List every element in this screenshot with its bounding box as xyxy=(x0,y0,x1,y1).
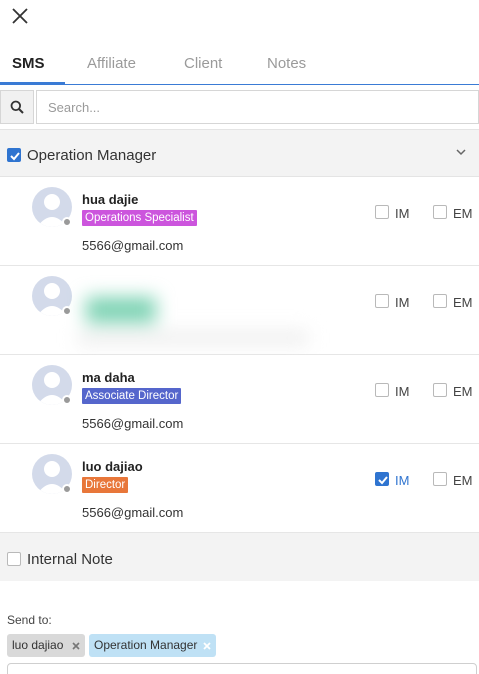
im-checkbox[interactable] xyxy=(375,205,389,219)
contact-row: luo dajiao Director 5566@gmail.com IM EM xyxy=(0,444,479,533)
tab-sms[interactable]: SMS xyxy=(12,55,45,72)
contact-email: 5566@gmail.com xyxy=(82,238,184,253)
contact-name: hua dajie xyxy=(82,192,139,207)
em-label: EM xyxy=(453,384,473,399)
contact-name: luo dajiao xyxy=(82,459,143,474)
contact-name: ma daha xyxy=(82,370,135,385)
im-checkbox[interactable] xyxy=(375,383,389,397)
recipient-chip-label: luo dajiao xyxy=(12,638,64,652)
tab-bar: SMS Affiliate Client Notes xyxy=(0,44,479,85)
em-label: EM xyxy=(453,206,473,221)
em-checkbox[interactable] xyxy=(433,205,447,219)
active-tab-indicator xyxy=(0,82,65,85)
remove-chip-icon[interactable] xyxy=(70,634,82,657)
status-dot xyxy=(62,484,72,494)
status-dot xyxy=(62,217,72,227)
internal-note-checkbox[interactable] xyxy=(7,552,21,566)
contact-row: IM EM xyxy=(0,266,479,355)
chevron-down-icon[interactable] xyxy=(455,148,467,156)
em-label: EM xyxy=(453,473,473,488)
contact-row: ma daha Associate Director 5566@gmail.co… xyxy=(0,355,479,444)
recipient-chip-label: Operation Manager xyxy=(94,638,198,652)
sms-panel: SMS Affiliate Client Notes Operation Man… xyxy=(0,0,479,674)
status-dot xyxy=(62,306,72,316)
message-input[interactable] xyxy=(7,663,477,674)
im-checkbox[interactable] xyxy=(375,294,389,308)
em-label: EM xyxy=(453,295,473,310)
im-checkbox[interactable] xyxy=(375,472,389,486)
im-label: IM xyxy=(395,384,410,399)
em-checkbox[interactable] xyxy=(433,472,447,486)
group-operation-manager[interactable]: Operation Manager xyxy=(0,129,479,177)
tab-affiliate[interactable]: Affiliate xyxy=(87,55,136,72)
contact-row: hua dajie Operations Specialist 5566@gma… xyxy=(0,177,479,266)
recipient-chip: Operation Manager xyxy=(89,634,216,657)
group-checkbox[interactable] xyxy=(7,148,21,162)
em-checkbox[interactable] xyxy=(433,294,447,308)
contact-email: 5566@gmail.com xyxy=(82,505,184,520)
role-badge: Operations Specialist xyxy=(82,210,197,226)
tab-client[interactable]: Client xyxy=(184,55,222,72)
role-badge: Associate Director xyxy=(82,388,182,404)
em-checkbox[interactable] xyxy=(433,383,447,397)
send-to-label: Send to: xyxy=(7,613,52,627)
search-input[interactable] xyxy=(36,90,479,124)
im-label: IM xyxy=(395,206,410,221)
internal-note-label: Internal Note xyxy=(27,551,113,568)
close-icon[interactable] xyxy=(10,6,30,26)
search-button[interactable] xyxy=(0,90,34,124)
internal-note-row[interactable]: Internal Note xyxy=(0,533,479,581)
recipient-chip: luo dajiao xyxy=(7,634,85,657)
im-label: IM xyxy=(395,473,410,488)
remove-chip-icon[interactable] xyxy=(201,634,213,657)
group-label: Operation Manager xyxy=(27,147,157,164)
role-badge: Director xyxy=(82,477,129,493)
search-bar xyxy=(0,90,479,124)
redacted-contact-info xyxy=(78,279,328,349)
search-icon xyxy=(10,100,24,114)
tab-notes[interactable]: Notes xyxy=(267,55,306,72)
im-label: IM xyxy=(395,295,410,310)
contact-email: 5566@gmail.com xyxy=(82,416,184,431)
status-dot xyxy=(62,395,72,405)
